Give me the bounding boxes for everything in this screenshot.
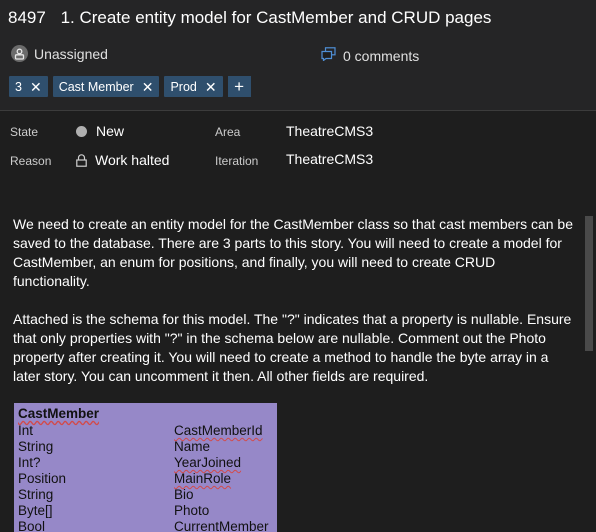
- fields-section: State New Reason Work halted Area Theatr…: [0, 111, 596, 214]
- work-item-id: 8497: [8, 8, 46, 27]
- schema-field: Name: [174, 439, 211, 454]
- scrollbar-thumb[interactable]: [585, 216, 593, 351]
- schema-type: String: [18, 487, 54, 502]
- work-item-title[interactable]: 1. Create entity model for CastMember an…: [61, 8, 492, 27]
- comments-link[interactable]: 0 comments: [321, 47, 419, 64]
- schema-type: Bool: [18, 519, 46, 532]
- reason-label: Reason: [10, 154, 52, 168]
- description-paragraph: We need to create an entity model for th…: [13, 216, 574, 289]
- tag-label: 3: [15, 79, 22, 94]
- work-item-title-row: 8497 1. Create entity model for CastMemb…: [8, 8, 491, 28]
- lock-icon: [76, 153, 87, 167]
- schema-type: String: [18, 439, 54, 454]
- tag-label: Prod: [170, 79, 197, 94]
- schema-type: Int: [18, 423, 34, 438]
- schema-row: Int CastMemberId: [14, 423, 277, 439]
- schema-row: Position MainRole: [14, 471, 277, 487]
- comment-icon: [321, 47, 336, 64]
- schema-field: MainRole: [174, 471, 232, 486]
- area-label: Area: [215, 125, 241, 139]
- schema-row: Byte[] Photo: [14, 503, 277, 519]
- remove-tag-icon[interactable]: ✕: [142, 80, 154, 94]
- tag-chip[interactable]: Cast Member ✕: [52, 76, 160, 97]
- user-icon: [11, 45, 28, 62]
- tag-chip[interactable]: Prod ✕: [164, 76, 223, 97]
- remove-tag-icon[interactable]: ✕: [205, 80, 217, 94]
- description-paragraph: Attached is the schema for this model. T…: [13, 311, 572, 384]
- area-dropdown[interactable]: TheatreCMS3: [286, 123, 373, 139]
- add-tag-button[interactable]: +: [227, 76, 251, 97]
- tag-label: Cast Member: [58, 79, 134, 94]
- iteration-dropdown[interactable]: TheatreCMS3: [286, 151, 373, 167]
- area-value: TheatreCMS3: [286, 123, 374, 139]
- iteration-label: Iteration: [215, 154, 259, 168]
- reason-dropdown[interactable]: Work halted: [76, 152, 169, 168]
- schema-title: CastMember: [18, 406, 100, 421]
- schema-row: Int? YearJoined: [14, 455, 277, 471]
- schema-field: YearJoined: [174, 455, 242, 470]
- schema-field: Photo: [174, 503, 210, 518]
- schema-row: String Name: [14, 439, 277, 455]
- iteration-value: TheatreCMS3: [286, 151, 374, 167]
- schema-type: Int?: [18, 455, 41, 470]
- state-indicator-icon: [76, 125, 87, 137]
- schema-type: Position: [18, 471, 67, 486]
- state-label: State: [10, 125, 39, 139]
- schema-row: String Bio: [14, 487, 277, 503]
- remove-tag-icon[interactable]: ✕: [30, 80, 42, 94]
- state-dropdown[interactable]: New: [74, 123, 124, 139]
- tag-chip[interactable]: 3 ✕: [9, 76, 48, 97]
- description-scrollbar[interactable]: [582, 214, 596, 532]
- schema-field: CurrentMember: [174, 519, 269, 532]
- tag-list: 3 ✕ Cast Member ✕ Prod ✕ +: [9, 76, 251, 97]
- schema-field: CastMemberId: [174, 423, 263, 438]
- schema-row: Bool CurrentMember: [14, 519, 277, 532]
- schema-type: Byte[]: [18, 503, 53, 518]
- assignee-label: Unassigned: [34, 45, 108, 62]
- assignee-picker[interactable]: Unassigned: [11, 45, 108, 62]
- reason-value: Work halted: [95, 152, 170, 168]
- state-value: New: [96, 123, 125, 139]
- schema-field: Bio: [174, 487, 194, 502]
- comments-count-label: 0 comments: [343, 47, 420, 64]
- work-item-header: 8497 1. Create entity model for CastMemb…: [0, 0, 596, 110]
- schema-attachment-image: CastMember Int CastMemberId String Name …: [14, 403, 277, 532]
